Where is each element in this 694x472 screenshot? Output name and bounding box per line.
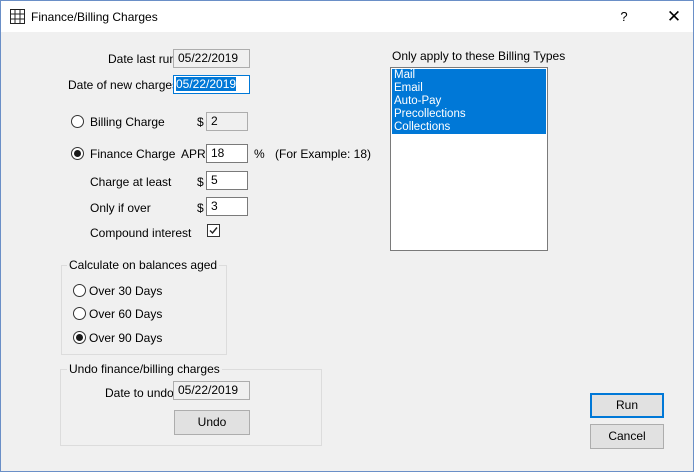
aging-group-title: Calculate on balances aged — [67, 258, 220, 272]
billing-types-listbox[interactable]: Mail Email Auto-Pay Precollections Colle… — [390, 67, 548, 251]
date-to-undo-field: 05/22/2019 — [173, 381, 250, 400]
example-label: (For Example: 18) — [275, 147, 372, 161]
apr-field[interactable]: 18 — [206, 144, 248, 163]
billing-type-item[interactable]: Auto-Pay — [392, 95, 546, 108]
run-button[interactable]: Run — [590, 393, 664, 418]
billing-type-item[interactable]: Precollections — [392, 108, 546, 121]
only-if-over-field[interactable]: 3 — [206, 197, 248, 216]
grid-icon — [10, 9, 25, 24]
aging-radio-90[interactable] — [73, 331, 86, 344]
date-last-run-field: 05/22/2019 — [173, 49, 250, 68]
aging-radio-30[interactable] — [73, 284, 86, 297]
undo-group-title: Undo finance/billing charges — [67, 362, 222, 376]
finance-charge-radio[interactable] — [71, 147, 84, 160]
only-if-over-currency: $ — [197, 201, 204, 215]
billing-charge-radio[interactable] — [71, 115, 84, 128]
percent-label: % — [254, 147, 265, 161]
finance-charge-label: Finance Charge — [90, 147, 176, 161]
apr-label: APR — [181, 147, 206, 161]
aging-label-90: Over 90 Days — [89, 331, 163, 345]
cancel-button[interactable]: Cancel — [590, 424, 664, 449]
window-title: Finance/Billing Charges — [31, 10, 158, 24]
aging-label-60: Over 60 Days — [89, 307, 163, 321]
charge-at-least-field[interactable]: 5 — [206, 171, 248, 190]
aging-label-30: Over 30 Days — [89, 284, 163, 298]
billing-charge-currency: $ — [197, 115, 204, 129]
date-new-charges-label: Date of new charges — [68, 78, 179, 92]
date-to-undo-label: Date to undo — [105, 386, 174, 400]
compound-interest-label: Compound interest — [90, 226, 192, 240]
finance-billing-dialog: Finance/Billing Charges ? ✕ Date last ru… — [0, 0, 694, 472]
title-bar: Finance/Billing Charges ? ✕ — [1, 1, 693, 32]
compound-interest-checkbox[interactable] — [207, 224, 220, 237]
billing-charge-label: Billing Charge — [90, 115, 165, 129]
billing-type-item[interactable]: Email — [392, 82, 546, 95]
only-if-over-label: Only if over — [90, 201, 151, 215]
charge-at-least-currency: $ — [197, 175, 204, 189]
billing-type-item[interactable]: Collections — [392, 121, 546, 134]
billing-charge-field: 2 — [206, 112, 248, 131]
close-button[interactable]: ✕ — [659, 5, 689, 29]
aging-radio-60[interactable] — [73, 307, 86, 320]
checkmark-icon — [209, 227, 218, 235]
billing-types-label: Only apply to these Billing Types — [392, 49, 566, 63]
date-last-run-label: Date last run — [108, 52, 177, 66]
date-new-charges-field[interactable]: 05/22/2019 — [173, 75, 250, 94]
charge-at-least-label: Charge at least — [90, 175, 172, 189]
help-button[interactable]: ? — [611, 5, 637, 29]
date-new-charges-value: 05/22/2019 — [176, 77, 237, 91]
undo-button[interactable]: Undo — [174, 410, 250, 435]
billing-type-item[interactable]: Mail — [392, 69, 546, 82]
